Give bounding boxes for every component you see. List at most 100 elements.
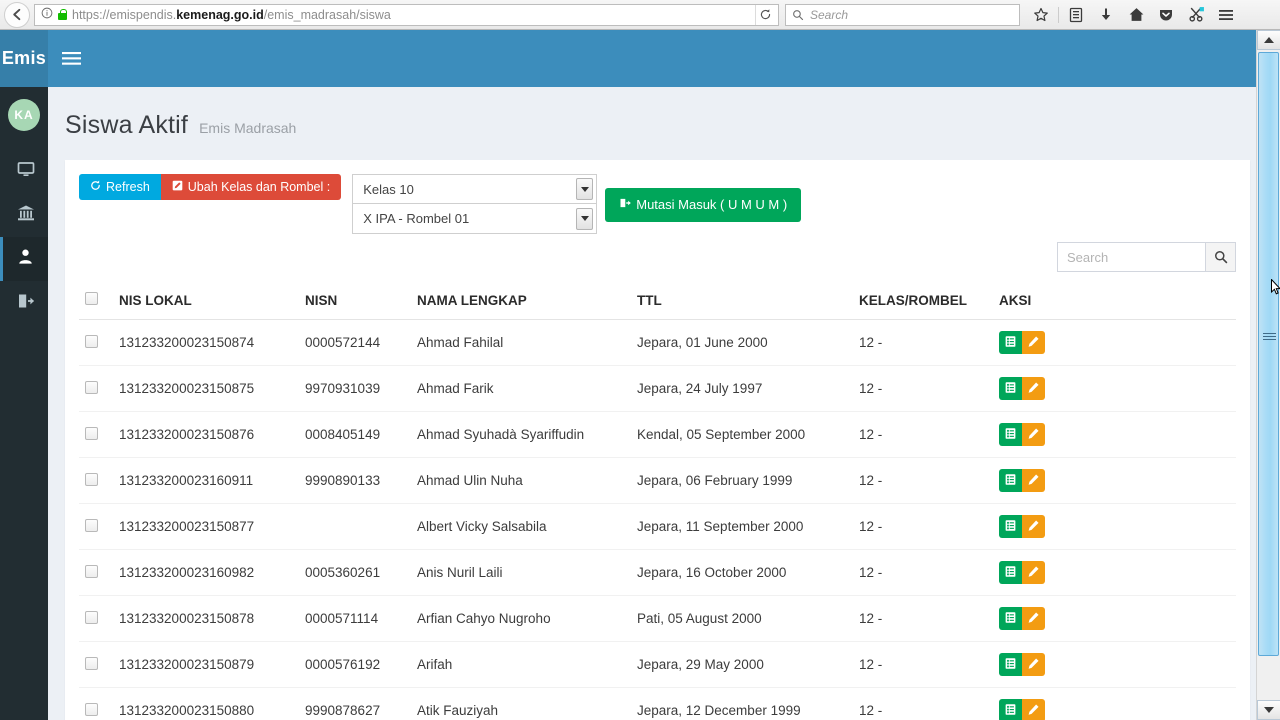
- view-detail-button[interactable]: [999, 699, 1022, 720]
- row-checkbox[interactable]: [85, 472, 98, 486]
- view-detail-button[interactable]: [999, 607, 1022, 630]
- chevron-down-icon[interactable]: [576, 207, 594, 230]
- row-checkbox[interactable]: [85, 656, 98, 670]
- row-checkbox[interactable]: [85, 610, 98, 624]
- refresh-icon: [90, 174, 101, 200]
- sidebar-item-dashboard[interactable]: [0, 149, 48, 193]
- mutasi-masuk-button[interactable]: Mutasi Masuk ( U M U M ): [605, 188, 802, 222]
- avatar[interactable]: KA: [8, 99, 40, 131]
- hamburger-icon[interactable]: [48, 30, 94, 87]
- page-viewport: Emis KA Siswa Aktif Emis Madrasah Refres…: [0, 30, 1280, 720]
- browser-toolbar: https://emispendis.kemenag.go.id/emis_ma…: [0, 0, 1280, 30]
- library-icon[interactable]: [1063, 3, 1089, 27]
- cell-nama-lengkap: Ahmad Farik: [411, 365, 631, 412]
- select-all-checkbox[interactable]: [85, 292, 98, 305]
- row-select-cell[interactable]: [79, 641, 113, 688]
- search-input[interactable]: [1057, 242, 1205, 272]
- scrollbar-thumb[interactable]: [1258, 52, 1279, 656]
- cell-aksi: [993, 503, 1236, 550]
- scroll-up-arrow-icon[interactable]: [1257, 30, 1280, 50]
- row-select-cell[interactable]: [79, 549, 113, 596]
- refresh-button[interactable]: Refresh: [79, 174, 161, 200]
- scroll-down-arrow-icon[interactable]: [1257, 700, 1280, 720]
- view-detail-button[interactable]: [999, 331, 1022, 354]
- browser-search-box[interactable]: Search: [785, 3, 1020, 26]
- header-nisn[interactable]: NISN: [299, 284, 411, 320]
- cell-nisn: 9990890133: [299, 457, 411, 504]
- kelas-select[interactable]: Kelas 10: [352, 174, 598, 204]
- url-text: https://emispendis.kemenag.go.id/emis_ma…: [72, 7, 391, 22]
- cell-kelas-rombel: 12 -: [853, 457, 993, 504]
- row-select-cell[interactable]: [79, 319, 113, 366]
- edit-button[interactable]: [1022, 377, 1045, 400]
- cell-aksi: [993, 549, 1236, 596]
- rombel-select[interactable]: X IPA - Rombel 01: [352, 204, 598, 234]
- edit-button[interactable]: [1022, 515, 1045, 538]
- brand-logo[interactable]: Emis: [0, 30, 48, 87]
- sidebar-item-logout[interactable]: [0, 281, 48, 325]
- list-detail-icon: [1004, 703, 1017, 719]
- edit-square-icon: [172, 174, 183, 200]
- row-checkbox[interactable]: [85, 426, 98, 440]
- bookmark-star-icon[interactable]: [1028, 3, 1054, 27]
- table-body: 131233200023150874 0000572144 Ahmad Fahila…: [79, 319, 1236, 720]
- cell-aksi: [993, 595, 1236, 642]
- row-select-cell[interactable]: [79, 457, 113, 504]
- table-row: 131233200023150878 0000571114 Arfian Cahyo…: [79, 595, 1236, 642]
- header-nis-lokal[interactable]: NIS LOKAL: [113, 284, 299, 320]
- row-select-cell[interactable]: [79, 411, 113, 458]
- header-ttl[interactable]: TTL: [631, 284, 853, 320]
- kelas-select-value: Kelas 10: [363, 181, 414, 197]
- row-select-cell[interactable]: [79, 503, 113, 550]
- chevron-down-icon[interactable]: [576, 178, 594, 200]
- row-select-cell[interactable]: [79, 687, 113, 720]
- search-button[interactable]: [1205, 242, 1236, 272]
- row-select-cell[interactable]: [79, 365, 113, 412]
- row-checkbox[interactable]: [85, 702, 98, 716]
- sidebar-item-students[interactable]: [0, 237, 48, 281]
- row-checkbox[interactable]: [85, 518, 98, 532]
- downloads-icon[interactable]: [1093, 3, 1119, 27]
- info-icon[interactable]: [41, 7, 53, 22]
- cell-aksi: [993, 687, 1236, 720]
- row-select-cell[interactable]: [79, 595, 113, 642]
- header-nama-lengkap[interactable]: NAMA LENGKAP: [411, 284, 631, 320]
- home-icon[interactable]: [1123, 3, 1149, 27]
- sidebar-item-institution[interactable]: [0, 193, 48, 237]
- menu-hamburger-icon[interactable]: [1213, 3, 1239, 27]
- cell-ttl: Jepara, 16 October 2000: [631, 549, 853, 596]
- table-row: 131233200023160982 0005360261 Anis Nuril L…: [79, 549, 1236, 596]
- row-checkbox[interactable]: [85, 334, 98, 348]
- edit-button[interactable]: [1022, 561, 1045, 584]
- cell-nisn: [299, 503, 411, 550]
- edit-button[interactable]: [1022, 423, 1045, 446]
- list-detail-icon: [1004, 611, 1017, 627]
- edit-button[interactable]: [1022, 469, 1045, 492]
- edit-button[interactable]: [1022, 331, 1045, 354]
- cell-nama-lengkap: Albert Vicky Salsabila: [411, 503, 631, 550]
- cell-aksi: [993, 411, 1236, 458]
- cell-nama-lengkap: Anis Nuril Laili: [411, 549, 631, 596]
- view-detail-button[interactable]: [999, 561, 1022, 584]
- header-select-all[interactable]: [79, 284, 113, 320]
- header-kelas-rombel[interactable]: KELAS/ROMBEL: [853, 284, 993, 320]
- edit-button[interactable]: [1022, 607, 1045, 630]
- view-detail-button[interactable]: [999, 469, 1022, 492]
- pocket-icon[interactable]: [1153, 3, 1179, 27]
- ubah-kelas-rombel-button[interactable]: Ubah Kelas dan Rombel :: [160, 174, 342, 200]
- back-arrow-icon[interactable]: [4, 1, 30, 28]
- row-checkbox[interactable]: [85, 380, 98, 394]
- edit-button[interactable]: [1022, 653, 1045, 676]
- edit-button[interactable]: [1022, 699, 1045, 720]
- view-detail-button[interactable]: [999, 377, 1022, 400]
- reload-icon[interactable]: [755, 4, 775, 25]
- page-scrollbar[interactable]: [1256, 30, 1280, 720]
- screenshot-icon[interactable]: [1183, 3, 1209, 27]
- view-detail-button[interactable]: [999, 423, 1022, 446]
- row-checkbox[interactable]: [85, 564, 98, 578]
- pencil-icon: [1027, 335, 1040, 351]
- view-detail-button[interactable]: [999, 515, 1022, 538]
- url-bar[interactable]: https://emispendis.kemenag.go.id/emis_ma…: [34, 3, 779, 26]
- view-detail-button[interactable]: [999, 653, 1022, 676]
- cell-nama-lengkap: Atik Fauziyah: [411, 687, 631, 720]
